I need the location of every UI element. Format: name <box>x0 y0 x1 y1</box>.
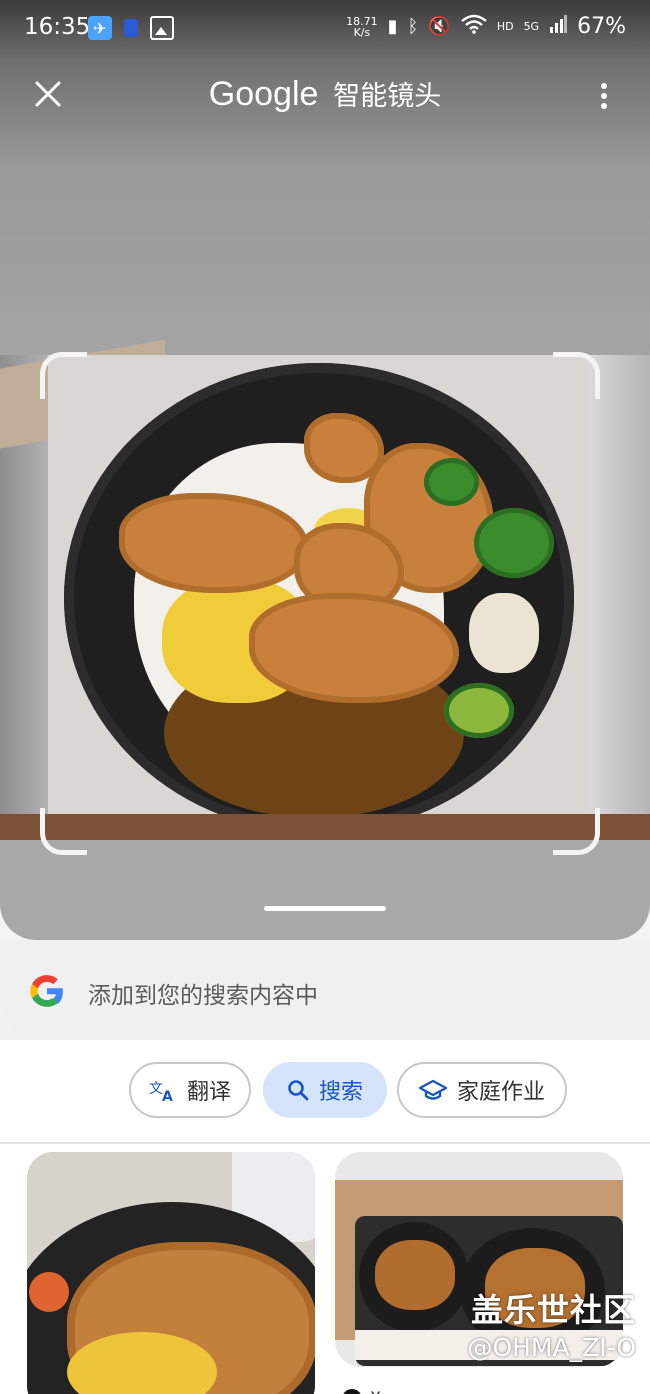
chip-translate-label: 翻译 <box>186 1080 231 1105</box>
watermark: 盖乐世社区 @OHMA_ZI-O <box>467 1285 636 1362</box>
wifi-icon <box>461 14 487 39</box>
svg-text:文: 文 <box>149 1081 163 1097</box>
gallery-icon <box>150 16 174 40</box>
chip-translate[interactable]: 文 A 翻译 <box>129 1062 251 1118</box>
watermark-handle: @OHMA_ZI-O <box>467 1333 636 1362</box>
add-to-search-row: 添加到您的搜索内容中 <box>0 940 650 1040</box>
watermark-community: 盖乐世社区 <box>470 1291 636 1329</box>
mute-icon: 🔇 <box>428 16 451 37</box>
app-title: Google 智能镜头 <box>0 74 650 114</box>
crop-handle-top-left[interactable] <box>40 352 87 399</box>
more-options-button[interactable] <box>592 80 616 110</box>
result-card[interactable] <box>27 1152 315 1394</box>
crop-handle-bottom-right[interactable] <box>553 808 600 855</box>
google-wordmark: Google <box>208 75 319 113</box>
app-notification-icon <box>124 19 138 37</box>
chip-search[interactable]: 搜索 <box>263 1062 387 1118</box>
bluetooth-icon: ᛒ <box>407 16 419 37</box>
google-g-icon <box>30 975 63 1007</box>
status-bar: 16:35 ✈ 18.71 K/s ▮ ᛒ 🔇 HD 5G 67% <box>0 0 650 60</box>
network-label: 5G <box>523 20 540 33</box>
chip-homework[interactable]: 家庭作业 <box>397 1062 567 1118</box>
add-to-search-label: 添加到您的搜索内容中 <box>88 983 318 1009</box>
result-image <box>27 1152 315 1394</box>
app-bar: Google 智能镜头 <box>0 60 650 130</box>
x-logo-icon: 𝕏 <box>342 1389 362 1394</box>
translate-icon: 文 A <box>149 1081 173 1102</box>
bowl <box>64 363 574 833</box>
mode-chips: 文 A 翻译 搜索 家庭作业 <box>0 1062 650 1122</box>
sim-icon: ▮ <box>387 16 398 37</box>
camera-preview-area: 16:35 ✈ 18.71 K/s ▮ ᛒ 🔇 HD 5G 67% Google… <box>0 0 650 940</box>
signal-icon <box>549 15 568 38</box>
hd-label: HD <box>496 20 514 33</box>
status-system-icons: 18.71 K/s ▮ ᛒ 🔇 HD 5G 67% <box>346 14 626 39</box>
image-right-edge <box>588 355 650 840</box>
chip-search-label: 搜索 <box>318 1080 363 1105</box>
bird-app-icon: ✈ <box>88 16 112 40</box>
svg-text:A: A <box>162 1089 173 1102</box>
search-icon <box>288 1080 309 1101</box>
school-icon <box>418 1079 447 1100</box>
result-source-label: X <box>370 1388 381 1394</box>
google-lens-screen: 16:35 ✈ 18.71 K/s ▮ ᛒ 🔇 HD 5G 67% Google… <box>0 0 650 1394</box>
more-vert-icon <box>601 83 607 89</box>
sheet-drag-handle[interactable] <box>264 906 386 911</box>
lens-title: 智能镜头 <box>333 81 442 112</box>
captured-image <box>0 339 650 840</box>
chip-homework-label: 家庭作业 <box>456 1080 545 1105</box>
image-left-edge <box>0 339 165 840</box>
food-photo[interactable] <box>48 355 588 840</box>
battery-level: 67% <box>577 14 626 39</box>
divider <box>0 1142 650 1144</box>
crop-handle-bottom-left[interactable] <box>40 808 87 855</box>
status-time: 16:35 <box>24 14 91 40</box>
net-speed: 18.71 K/s <box>346 14 378 39</box>
crop-handle-top-right[interactable] <box>553 352 600 399</box>
status-notification-icons: ✈ <box>88 16 174 40</box>
add-to-search-field[interactable]: 添加到您的搜索内容中 <box>0 940 650 1040</box>
result-source: 𝕏X <box>342 1388 381 1394</box>
